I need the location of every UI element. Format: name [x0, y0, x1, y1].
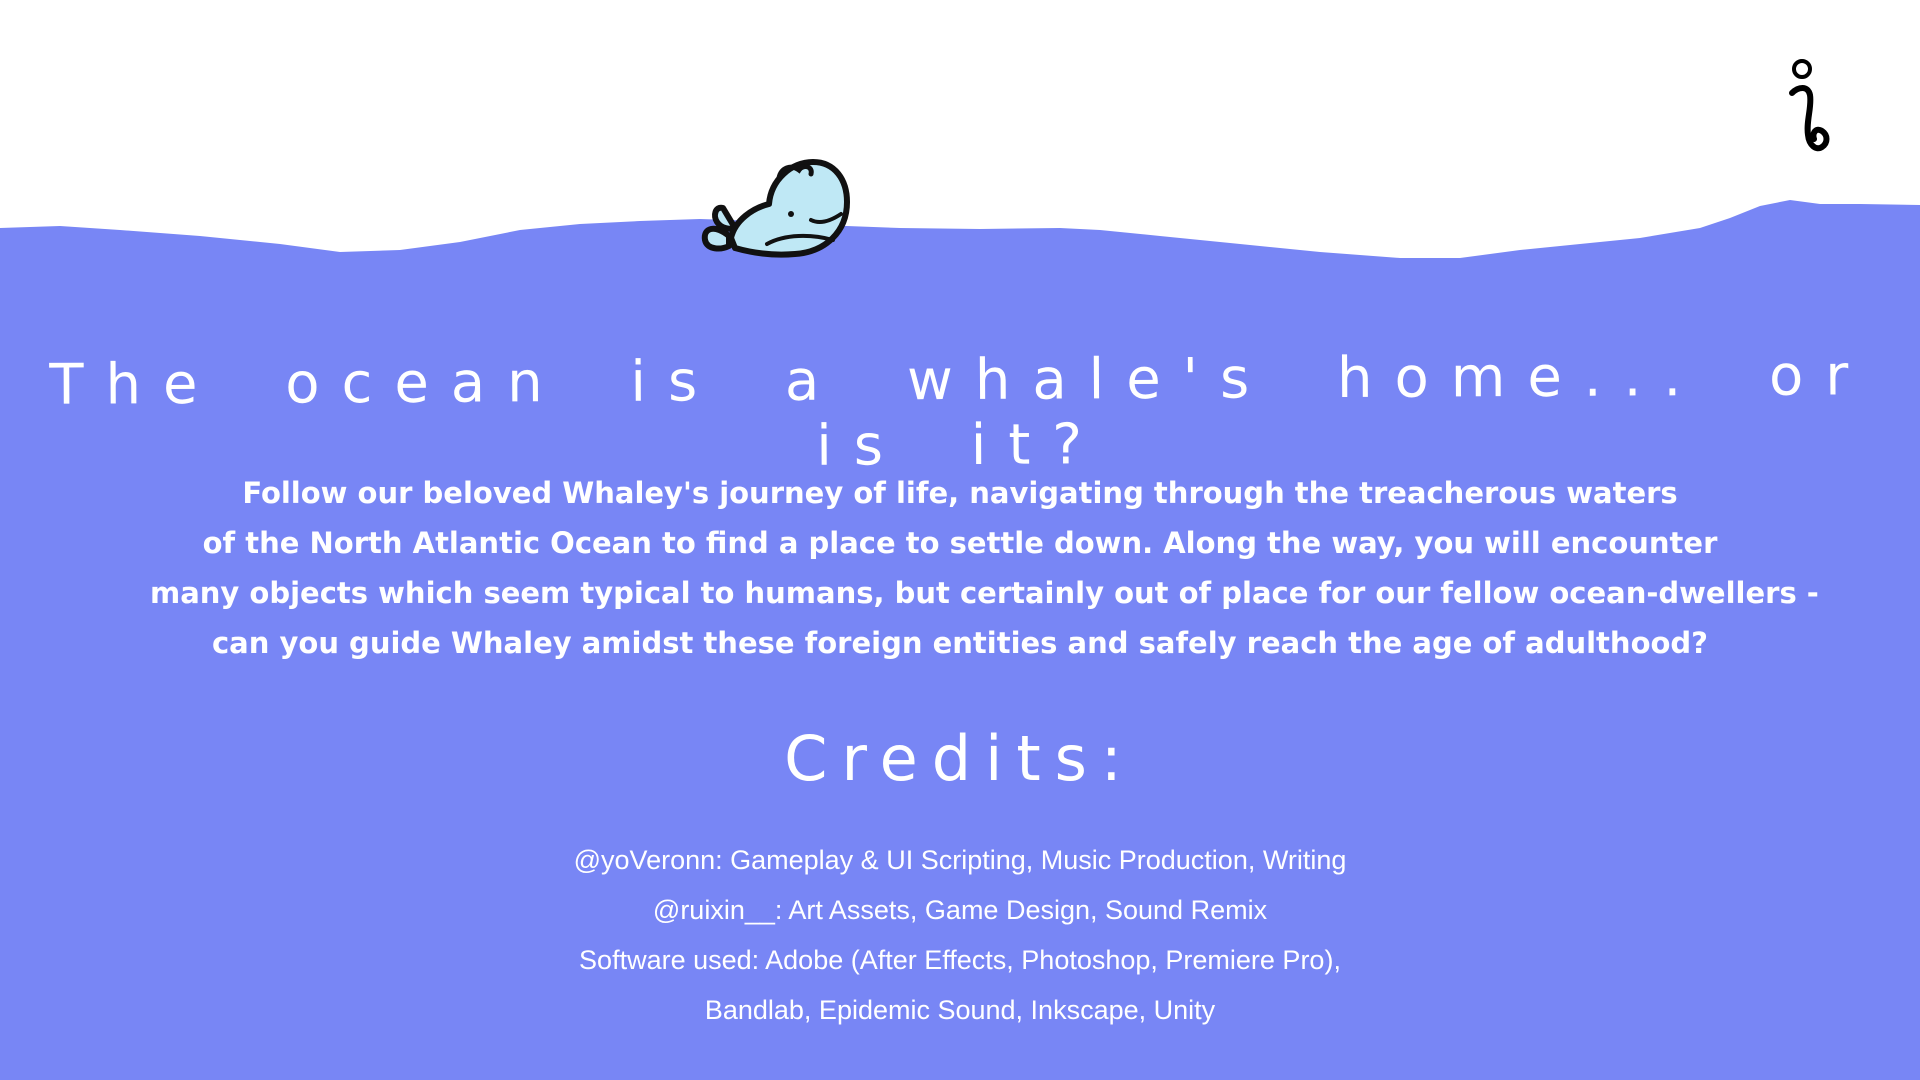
credit-line: Bandlab, Epidemic Sound, Inkscape, Unity	[704, 995, 1216, 1025]
description-line: many objects which seem typical to human…	[150, 576, 1819, 610]
description-line: Follow our beloved Whaley's journey of l…	[242, 476, 1678, 510]
headline: The ocean is a whale's home... or is it?	[49, 343, 1871, 479]
credit-line: @ruixin__: Art Assets, Game Design, Soun…	[652, 895, 1268, 925]
description-line: of the North Atlantic Ocean to find a pl…	[202, 526, 1718, 560]
credits-list: @yoVeronn: Gameplay & UI Scripting, Musi…	[300, 835, 1620, 1035]
credit-line: @yoVeronn: Gameplay & UI Scripting, Musi…	[573, 845, 1347, 875]
credits-title: Credits:	[784, 722, 1136, 795]
description-line: can you guide Whaley amidst these foreig…	[211, 626, 1708, 660]
main-content: The ocean is a whale's home... or is it?…	[0, 0, 1920, 1080]
game-description: Follow our beloved Whaley's journey of l…	[150, 468, 1819, 668]
credit-line: Software used: Adobe (After Effects, Pho…	[579, 945, 1341, 975]
